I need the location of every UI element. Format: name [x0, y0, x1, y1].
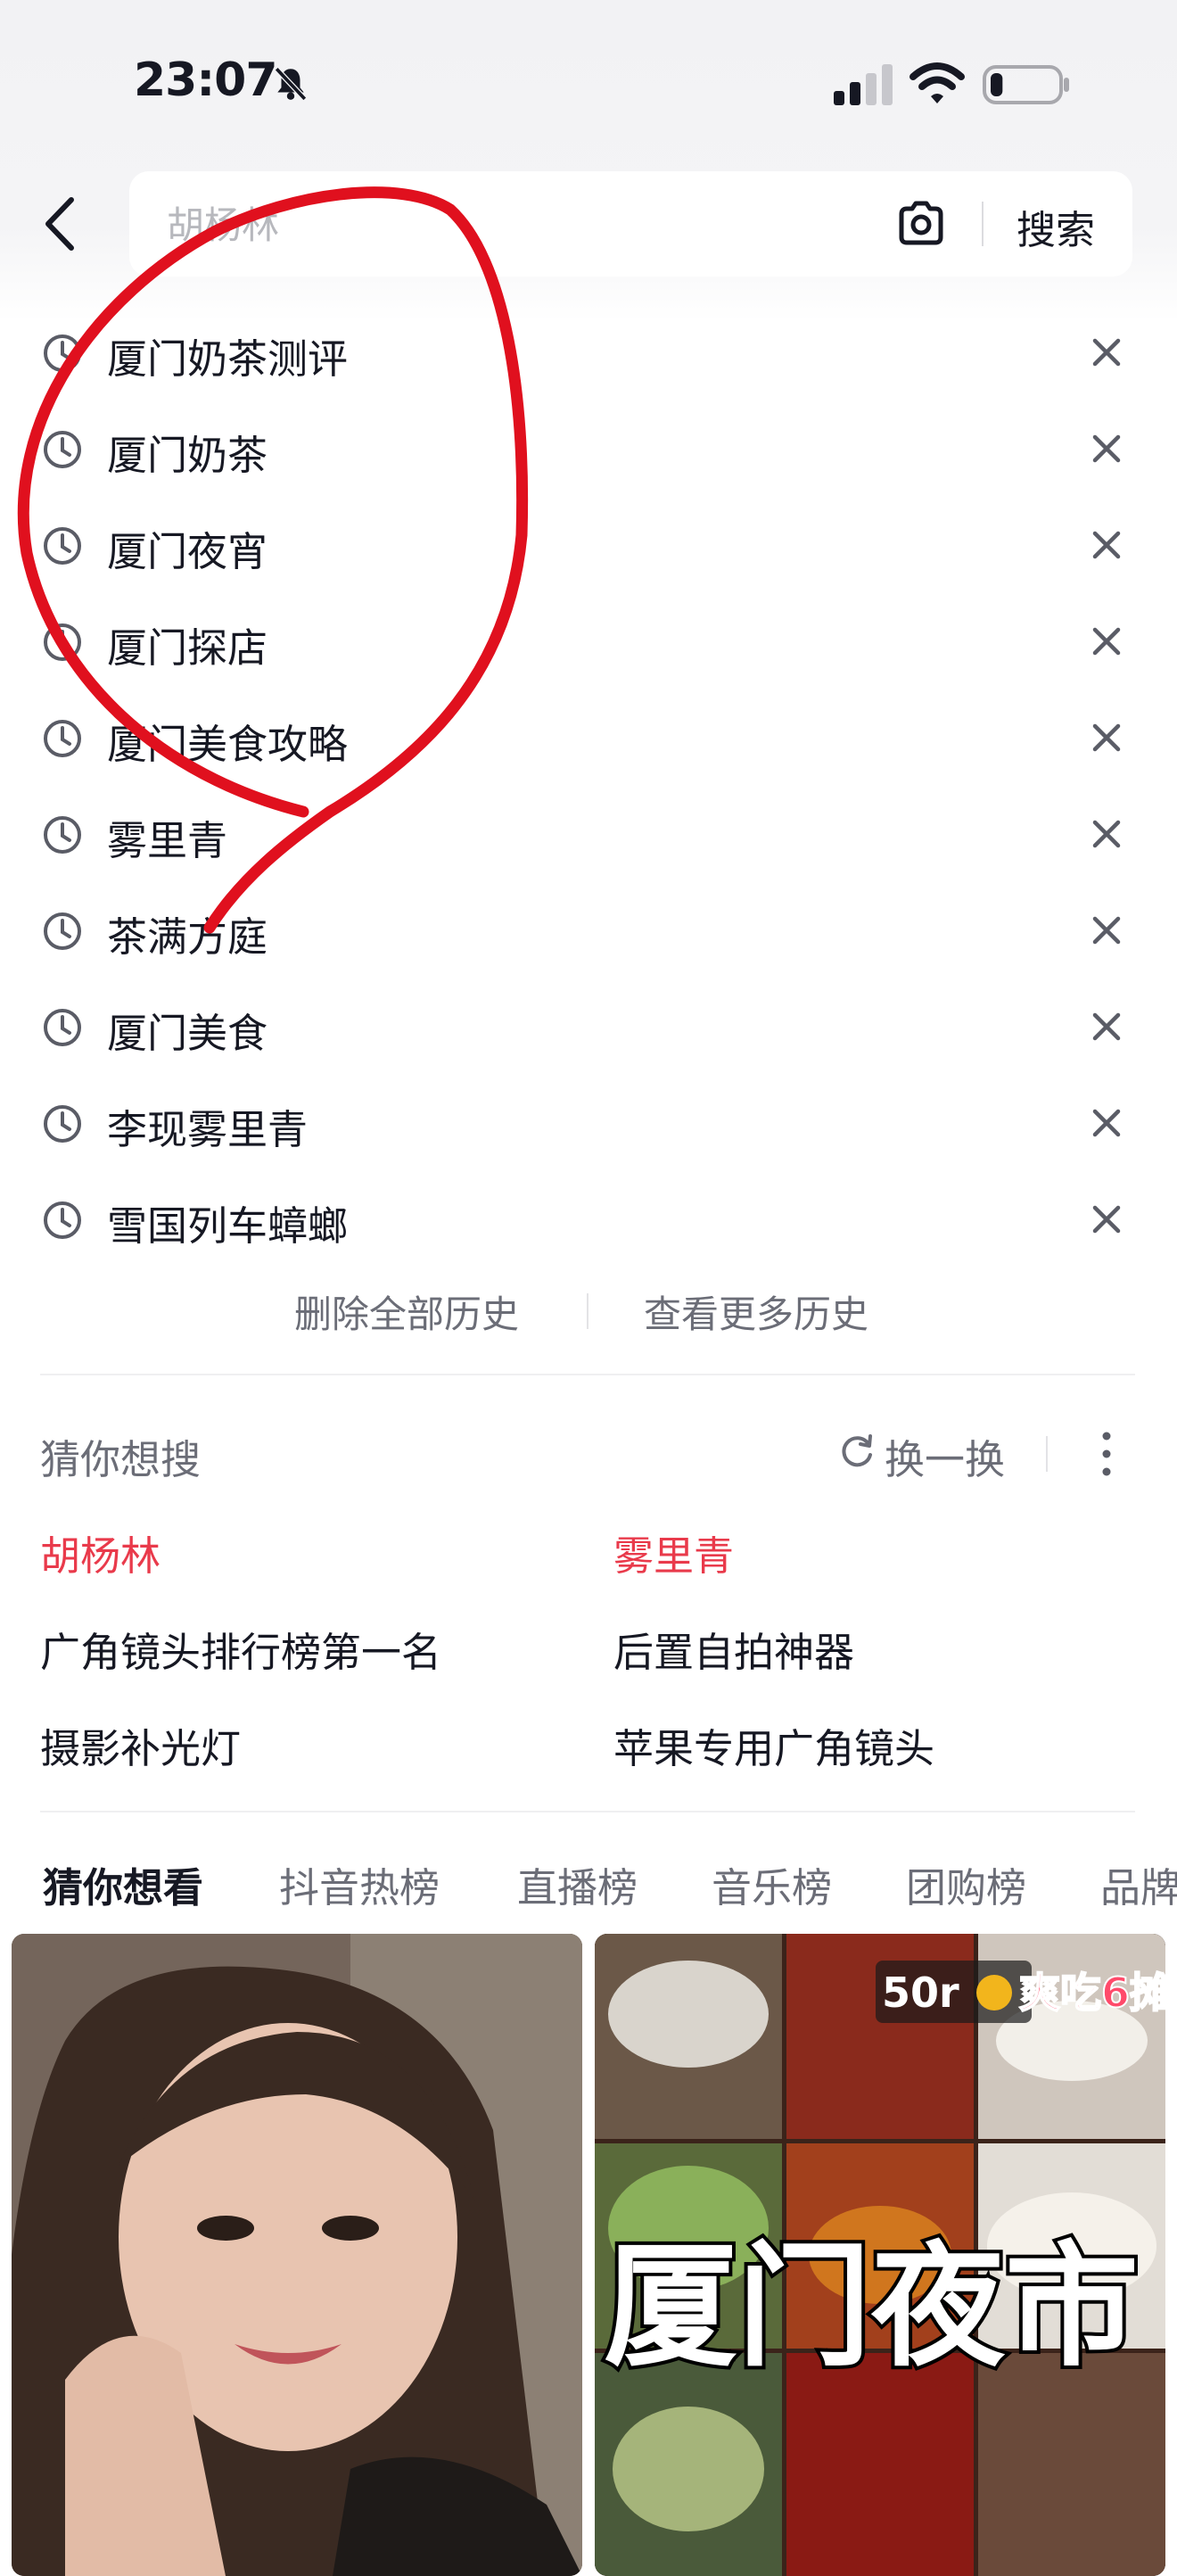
red-annotation-loop: [17, 186, 529, 934]
